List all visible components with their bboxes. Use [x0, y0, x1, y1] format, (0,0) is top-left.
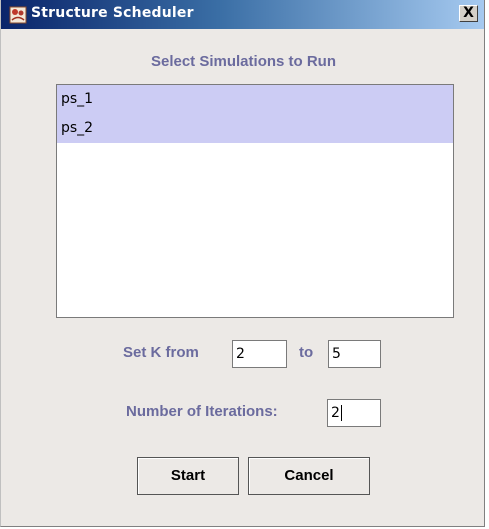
title-bar[interactable]: Structure Scheduler X [1, 0, 484, 29]
window-title: Structure Scheduler [31, 5, 194, 21]
start-button[interactable]: Start [137, 457, 239, 495]
dialog-window: Structure Scheduler X Select Simulations… [0, 0, 485, 527]
iterations-value: 2 [331, 405, 340, 421]
k-to-label: to [299, 344, 314, 361]
select-simulations-label: Select Simulations to Run [150, 53, 337, 70]
k-to-value: 5 [332, 346, 341, 362]
cancel-button[interactable]: Cancel [248, 457, 370, 495]
iterations-label: Number of Iterations: [126, 403, 278, 420]
close-icon: X [463, 5, 474, 21]
list-item[interactable]: ps_2 [57, 114, 453, 143]
text-caret [340, 405, 342, 421]
app-icon [9, 6, 27, 24]
simulation-list[interactable]: ps_1 ps_2 [56, 84, 454, 318]
k-from-label: Set K from [123, 344, 199, 361]
k-to-field[interactable]: 5 [328, 340, 381, 368]
iterations-field[interactable]: 2 [327, 399, 381, 427]
close-button[interactable]: X [459, 5, 478, 22]
k-from-field[interactable]: 2 [232, 340, 287, 368]
list-item[interactable]: ps_1 [57, 85, 453, 114]
k-from-value: 2 [236, 346, 245, 362]
